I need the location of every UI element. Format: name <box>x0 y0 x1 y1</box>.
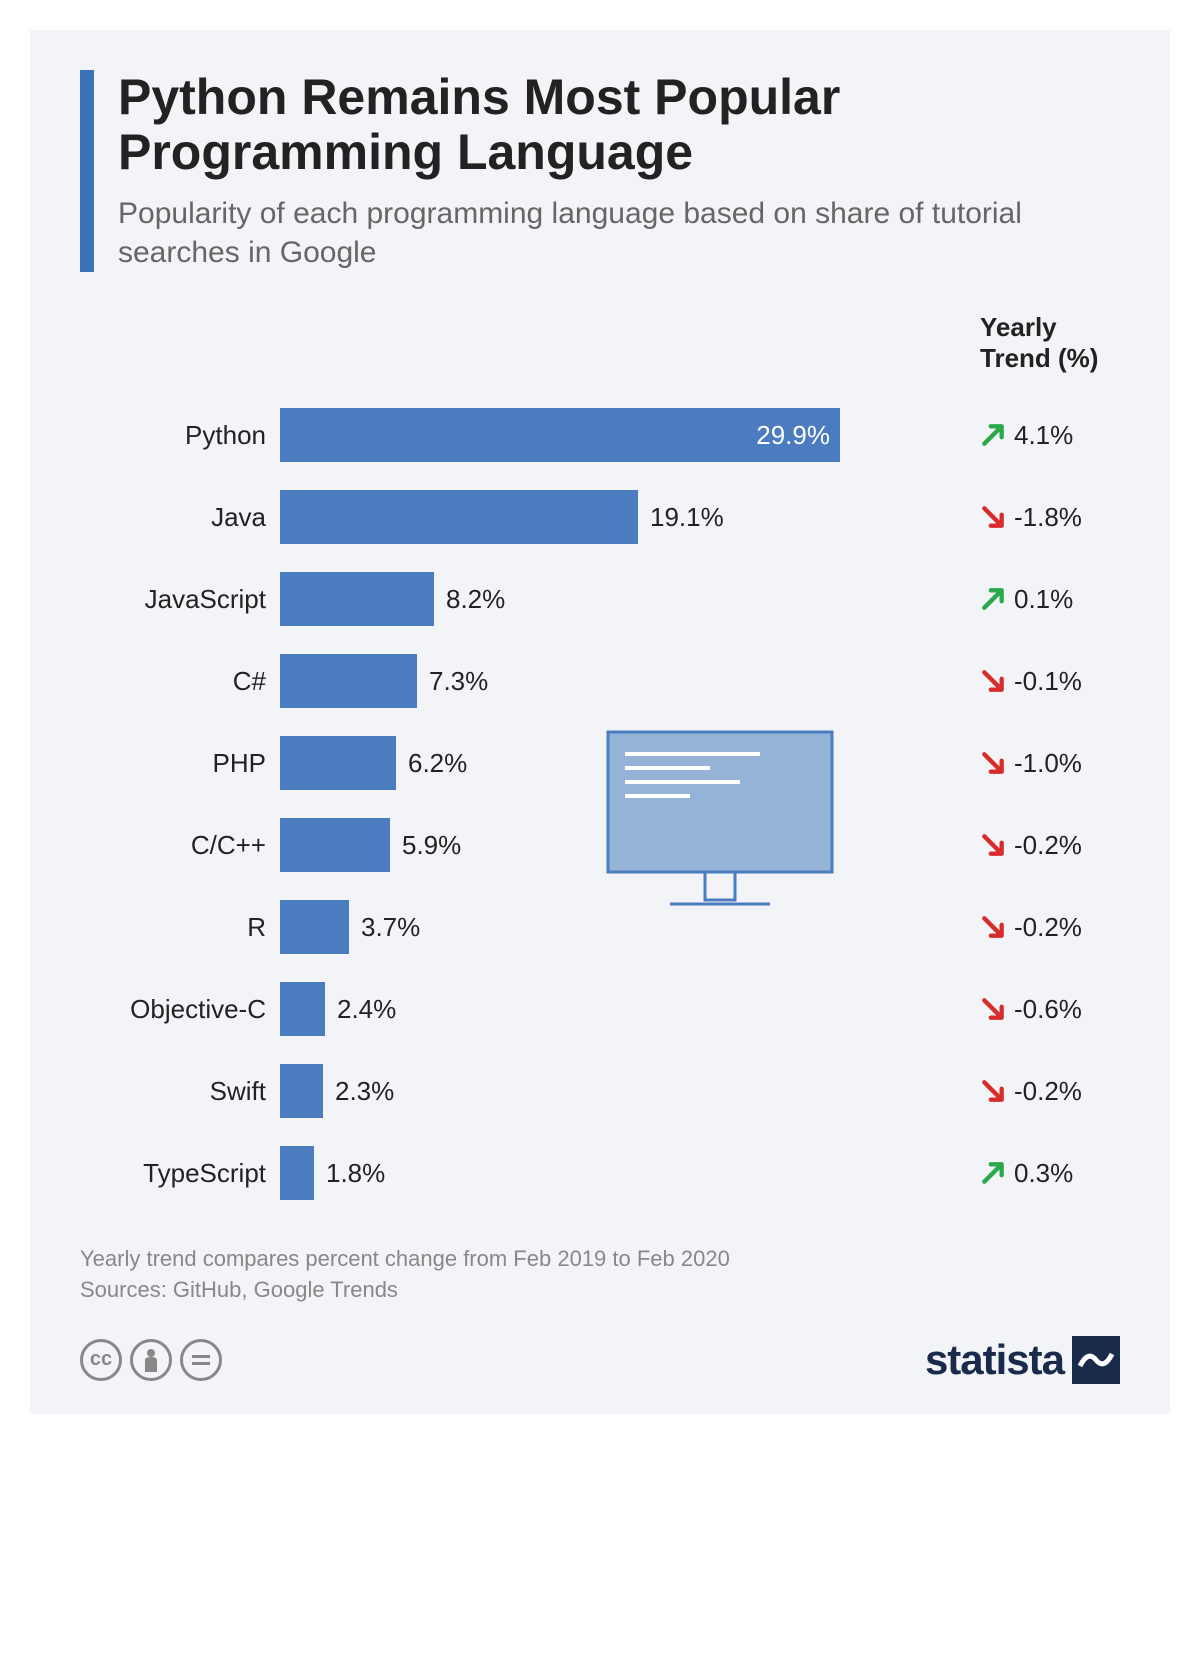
chart-row: Swift 2.3% -0.2% <box>80 1050 1120 1132</box>
chart-area: Python 29.9% 4.1% Java 19.1% -1.8% JavaScript 8… <box>80 394 1120 1214</box>
bar-value: 8.2% <box>446 584 505 615</box>
statista-wave-icon <box>1072 1336 1120 1384</box>
bar-value: 3.7% <box>361 912 420 943</box>
bar-value: 19.1% <box>650 502 724 533</box>
trend-value: -1.0% <box>980 748 1120 779</box>
bar <box>280 1146 314 1200</box>
bar-wrap: 29.9% <box>280 408 860 462</box>
trend-value: -1.8% <box>980 502 1120 533</box>
brand-name: statista <box>925 1336 1064 1384</box>
cc-by-icon <box>130 1339 172 1381</box>
bar-value: 5.9% <box>402 830 461 861</box>
chart-row: Objective-C 2.4% -0.6% <box>80 968 1120 1050</box>
bar-wrap: 2.3% <box>280 1064 860 1118</box>
bar-value: 2.3% <box>335 1076 394 1107</box>
footnote-line-2: Sources: GitHub, Google Trends <box>80 1275 1120 1306</box>
chart-row: JavaScript 8.2% 0.1% <box>80 558 1120 640</box>
category-label: Swift <box>80 1076 280 1107</box>
chart-row: TypeScript 1.8% 0.3% <box>80 1132 1120 1214</box>
trend-value: 0.3% <box>980 1158 1120 1189</box>
chart-title: Python Remains Most Popular Programming … <box>118 70 1120 180</box>
bar-wrap: 3.7% <box>280 900 860 954</box>
trend-value: 4.1% <box>980 420 1120 451</box>
category-label: R <box>80 912 280 943</box>
bar-value: 6.2% <box>408 748 467 779</box>
bar-wrap: 5.9% <box>280 818 860 872</box>
bar <box>280 736 396 790</box>
trend-value: -0.2% <box>980 830 1120 861</box>
trend-value: -0.6% <box>980 994 1120 1025</box>
footnote: Yearly trend compares percent change fro… <box>80 1244 1120 1306</box>
chart-card: Python Remains Most Popular Programming … <box>30 30 1170 1414</box>
category-label: TypeScript <box>80 1158 280 1189</box>
bar-wrap: 7.3% <box>280 654 860 708</box>
bar <box>280 900 349 954</box>
cc-icon: cc <box>80 1339 122 1381</box>
bar-value: 29.9% <box>756 420 830 451</box>
cc-license-icons: cc <box>80 1339 222 1381</box>
bar: 29.9% <box>280 408 840 462</box>
bar-value: 2.4% <box>337 994 396 1025</box>
chart-row: C# 7.3% -0.1% <box>80 640 1120 722</box>
footer: cc statista <box>80 1336 1120 1384</box>
category-label: Java <box>80 502 280 533</box>
cc-nd-icon <box>180 1339 222 1381</box>
trend-value: -0.1% <box>980 666 1120 697</box>
footnote-line-1: Yearly trend compares percent change fro… <box>80 1244 1120 1275</box>
header: Python Remains Most Popular Programming … <box>80 70 1120 272</box>
category-label: Objective-C <box>80 994 280 1025</box>
chart-subtitle: Popularity of each programming language … <box>118 194 1120 272</box>
bar-value: 7.3% <box>429 666 488 697</box>
category-label: C# <box>80 666 280 697</box>
category-label: Python <box>80 420 280 451</box>
bar <box>280 1064 323 1118</box>
bar <box>280 982 325 1036</box>
trend-value: -0.2% <box>980 912 1120 943</box>
bar-wrap: 19.1% <box>280 490 860 544</box>
category-label: C/C++ <box>80 830 280 861</box>
bar-wrap: 8.2% <box>280 572 860 626</box>
trend-value: -0.2% <box>980 1076 1120 1107</box>
bar-wrap: 6.2% <box>280 736 860 790</box>
category-label: JavaScript <box>80 584 280 615</box>
bar-wrap: 2.4% <box>280 982 860 1036</box>
accent-bar <box>80 70 94 272</box>
bar <box>280 654 417 708</box>
bar <box>280 490 638 544</box>
chart-row: Java 19.1% -1.8% <box>80 476 1120 558</box>
trend-column-header: YearlyTrend (%) <box>80 312 1120 374</box>
bar <box>280 818 390 872</box>
bar <box>280 572 434 626</box>
category-label: PHP <box>80 748 280 779</box>
statista-logo: statista <box>925 1336 1120 1384</box>
trend-value: 0.1% <box>980 584 1120 615</box>
bar-value: 1.8% <box>326 1158 385 1189</box>
bar-wrap: 1.8% <box>280 1146 860 1200</box>
chart-row: Python 29.9% 4.1% <box>80 394 1120 476</box>
